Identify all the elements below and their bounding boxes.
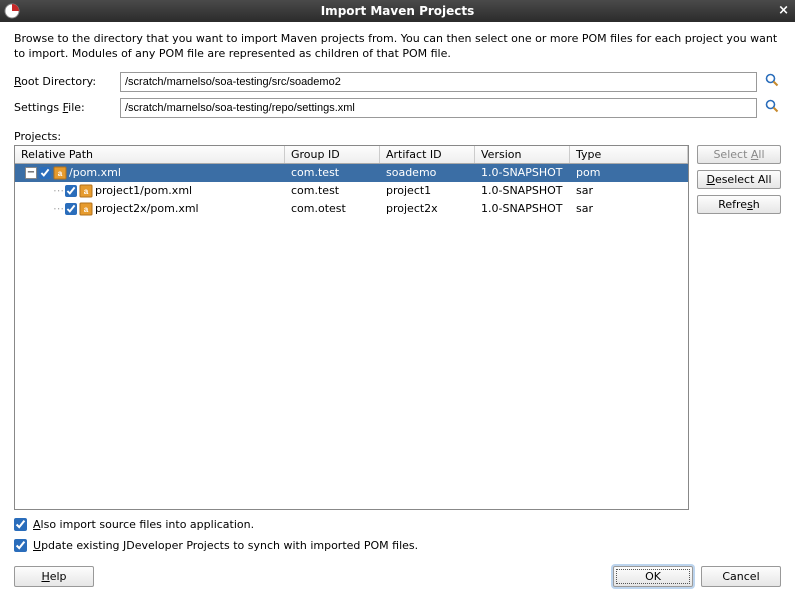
- row-artifact-id: soademo: [380, 164, 475, 182]
- tree-toggle[interactable]: −: [25, 167, 37, 179]
- table-row[interactable]: ⋯aproject2x/pom.xmlcom.otestproject2x1.0…: [15, 200, 688, 218]
- svg-text:a: a: [84, 187, 89, 196]
- col-version[interactable]: Version: [475, 146, 570, 163]
- update-existing-label: Update existing JDeveloper Projects to s…: [33, 539, 418, 552]
- row-artifact-id: project1: [380, 182, 475, 200]
- table-row[interactable]: ⋯aproject1/pom.xmlcom.testproject11.0-SN…: [15, 182, 688, 200]
- row-group-id: com.test: [285, 164, 380, 182]
- select-all-button[interactable]: Select All: [697, 145, 781, 164]
- cancel-button[interactable]: Cancel: [701, 566, 781, 587]
- pom-file-icon: a: [79, 202, 93, 216]
- row-checkbox[interactable]: [65, 185, 77, 197]
- root-directory-input[interactable]: [120, 72, 757, 92]
- row-version: 1.0-SNAPSHOT: [475, 200, 570, 218]
- app-icon: [4, 3, 20, 22]
- col-artifact-id[interactable]: Artifact ID: [380, 146, 475, 163]
- window-close-button[interactable]: ×: [778, 3, 789, 18]
- titlebar: Import Maven Projects ×: [0, 0, 795, 22]
- pom-file-icon: a: [79, 184, 93, 198]
- col-type[interactable]: Type: [570, 146, 688, 163]
- intro-text: Browse to the directory that you want to…: [14, 32, 781, 62]
- settings-file-input[interactable]: [120, 98, 757, 118]
- pom-file-icon: a: [53, 166, 67, 180]
- settings-file-label: Settings File:: [14, 101, 114, 114]
- also-import-checkbox[interactable]: [14, 518, 27, 531]
- window-title: Import Maven Projects: [321, 4, 475, 18]
- browse-settings-icon[interactable]: [763, 98, 781, 117]
- svg-text:a: a: [84, 205, 89, 214]
- col-group-id[interactable]: Group ID: [285, 146, 380, 163]
- also-import-label: Also import source files into applicatio…: [33, 518, 254, 531]
- ok-button[interactable]: OK: [613, 566, 693, 587]
- projects-label: Projects:: [14, 130, 781, 143]
- deselect-all-button[interactable]: Deselect All: [697, 170, 781, 189]
- row-group-id: com.test: [285, 182, 380, 200]
- row-version: 1.0-SNAPSHOT: [475, 182, 570, 200]
- col-relative-path[interactable]: Relative Path: [15, 146, 285, 163]
- row-artifact-id: project2x: [380, 200, 475, 218]
- table-row[interactable]: − a/pom.xml com.testsoademo1.0-SNAPSHOTpom: [15, 164, 688, 182]
- row-path: project2x/pom.xml: [95, 202, 199, 215]
- row-path: /pom.xml: [69, 166, 121, 179]
- row-type: sar: [570, 182, 688, 200]
- table-header: Relative Path Group ID Artifact ID Versi…: [15, 146, 688, 164]
- row-type: pom: [570, 164, 688, 182]
- svg-text:a: a: [58, 169, 63, 178]
- row-path: project1/pom.xml: [95, 184, 192, 197]
- row-version: 1.0-SNAPSHOT: [475, 164, 570, 182]
- update-existing-checkbox[interactable]: [14, 539, 27, 552]
- row-checkbox[interactable]: [65, 203, 77, 215]
- projects-table: Relative Path Group ID Artifact ID Versi…: [14, 145, 689, 510]
- row-checkbox[interactable]: [39, 167, 51, 179]
- browse-root-icon[interactable]: [763, 72, 781, 91]
- row-group-id: com.otest: [285, 200, 380, 218]
- row-type: sar: [570, 200, 688, 218]
- help-button[interactable]: Help: [14, 566, 94, 587]
- root-directory-label: Root Directory:: [14, 75, 114, 88]
- refresh-button[interactable]: Refresh: [697, 195, 781, 214]
